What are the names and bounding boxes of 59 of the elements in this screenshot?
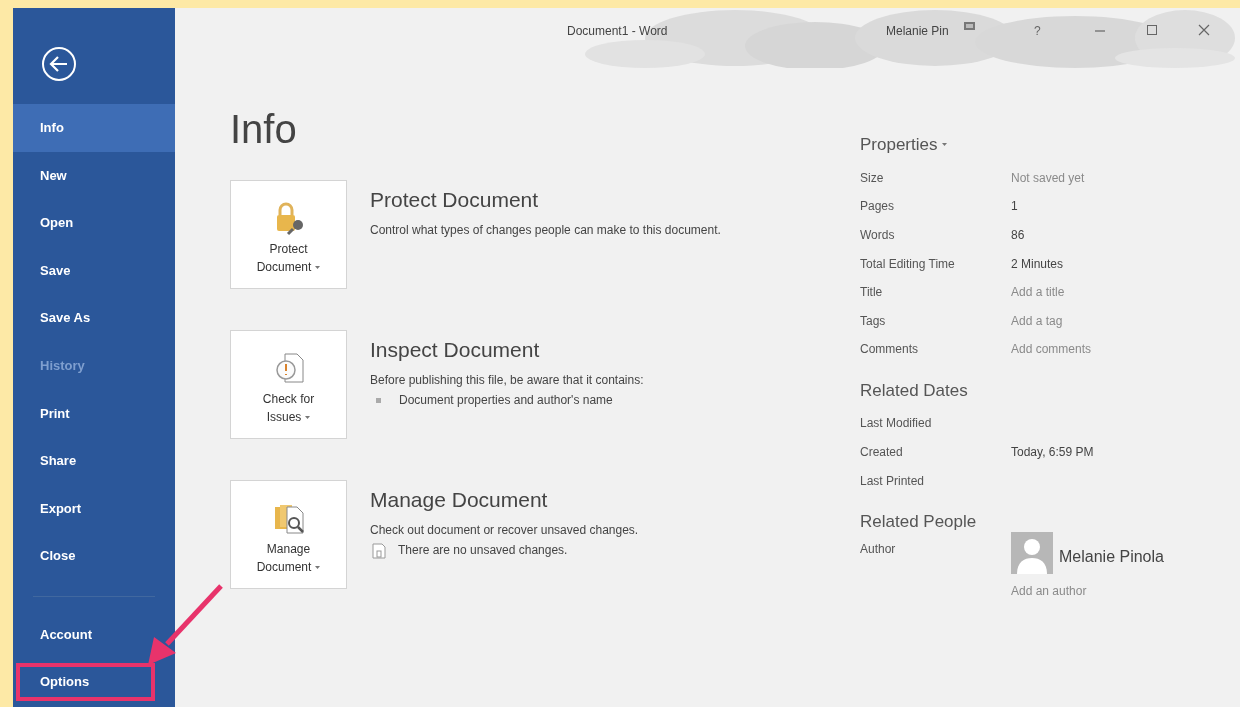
property-label: Last Printed (860, 472, 926, 490)
menu-item[interactable]: Open (13, 199, 175, 247)
detail-text: Document properties and author's name (399, 392, 613, 410)
protect-document-button[interactable]: Protect Document (230, 180, 347, 289)
property-label: Created (860, 444, 904, 462)
property-label: Title (860, 284, 884, 302)
caret-icon (315, 565, 321, 569)
menu-item[interactable]: Share (13, 437, 175, 485)
page-title: Info (230, 106, 298, 152)
property-value: 1 (1011, 198, 1018, 216)
section-description: Check out document or recover unsaved changes. (370, 521, 640, 539)
window-title: Document1 - Word (567, 23, 668, 40)
menu-item[interactable]: Info (13, 104, 175, 152)
help-button[interactable]: ? (1033, 21, 1042, 41)
property-label: Pages (860, 198, 896, 216)
manage-document-button[interactable]: Manage Document (230, 480, 347, 589)
section-heading: Related People (860, 510, 978, 533)
property-label: Words (860, 227, 896, 244)
author-name: Melanie Pinola (1059, 547, 1164, 568)
user-name: Melanie Pin (886, 23, 949, 40)
check-for-issues-button[interactable]: Check for Issues (230, 330, 347, 439)
property-value: 2 Minutes (1011, 255, 1064, 273)
section-title: Protect Document (370, 187, 540, 213)
property-label: Total Editing Time (860, 255, 956, 273)
property-value: Today, 6:59 PM (1011, 444, 1094, 462)
maximize-icon (1145, 24, 1159, 36)
section-title: Manage Document (370, 487, 549, 513)
close-button[interactable] (1197, 24, 1211, 36)
menu-item[interactable]: Save (13, 246, 175, 295)
section-description: Control what types of changes people can make to this document. (370, 221, 722, 239)
property-label: Comments (860, 341, 919, 359)
section-heading: Related Dates (860, 379, 969, 402)
maximize-button[interactable] (1145, 24, 1159, 36)
bullet-icon (376, 398, 381, 404)
back-button[interactable] (41, 46, 77, 82)
caret-icon (315, 265, 321, 269)
section-description: Before publishing this file, be aware that it contains: (370, 371, 645, 389)
close-icon (1197, 24, 1211, 36)
property-label: Author (860, 541, 897, 559)
page-icon (372, 542, 386, 559)
menu-item[interactable]: New (13, 151, 175, 200)
section-title: Inspect Document (370, 337, 541, 363)
avatar-icon (1011, 532, 1053, 575)
menu-item[interactable]: Save As (13, 294, 175, 342)
account-icon (963, 20, 976, 32)
caret-icon (942, 143, 948, 147)
menu-item[interactable]: Options (16, 662, 155, 701)
properties-heading: Properties (860, 134, 938, 156)
menu-item[interactable]: Close (13, 532, 175, 580)
property-label: Last Modified (860, 415, 933, 433)
back-icon (41, 46, 77, 82)
detail-text: There are no unsaved changes. (398, 542, 568, 560)
property-label: Tags (860, 312, 887, 330)
caret-icon (305, 415, 311, 419)
menu-item[interactable]: Export (13, 484, 175, 533)
property-label: Size (860, 169, 885, 187)
property-value: 86 (1011, 227, 1025, 244)
menu-item[interactable]: Print (13, 389, 175, 438)
menu-item[interactable]: Account (13, 610, 112, 659)
